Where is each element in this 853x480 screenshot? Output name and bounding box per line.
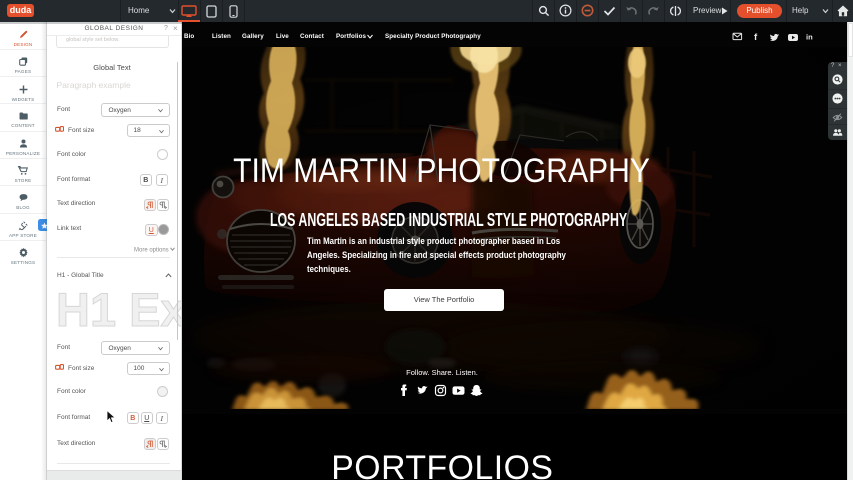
- svg-text:in: in: [806, 33, 813, 42]
- svg-text:f: f: [754, 32, 758, 42]
